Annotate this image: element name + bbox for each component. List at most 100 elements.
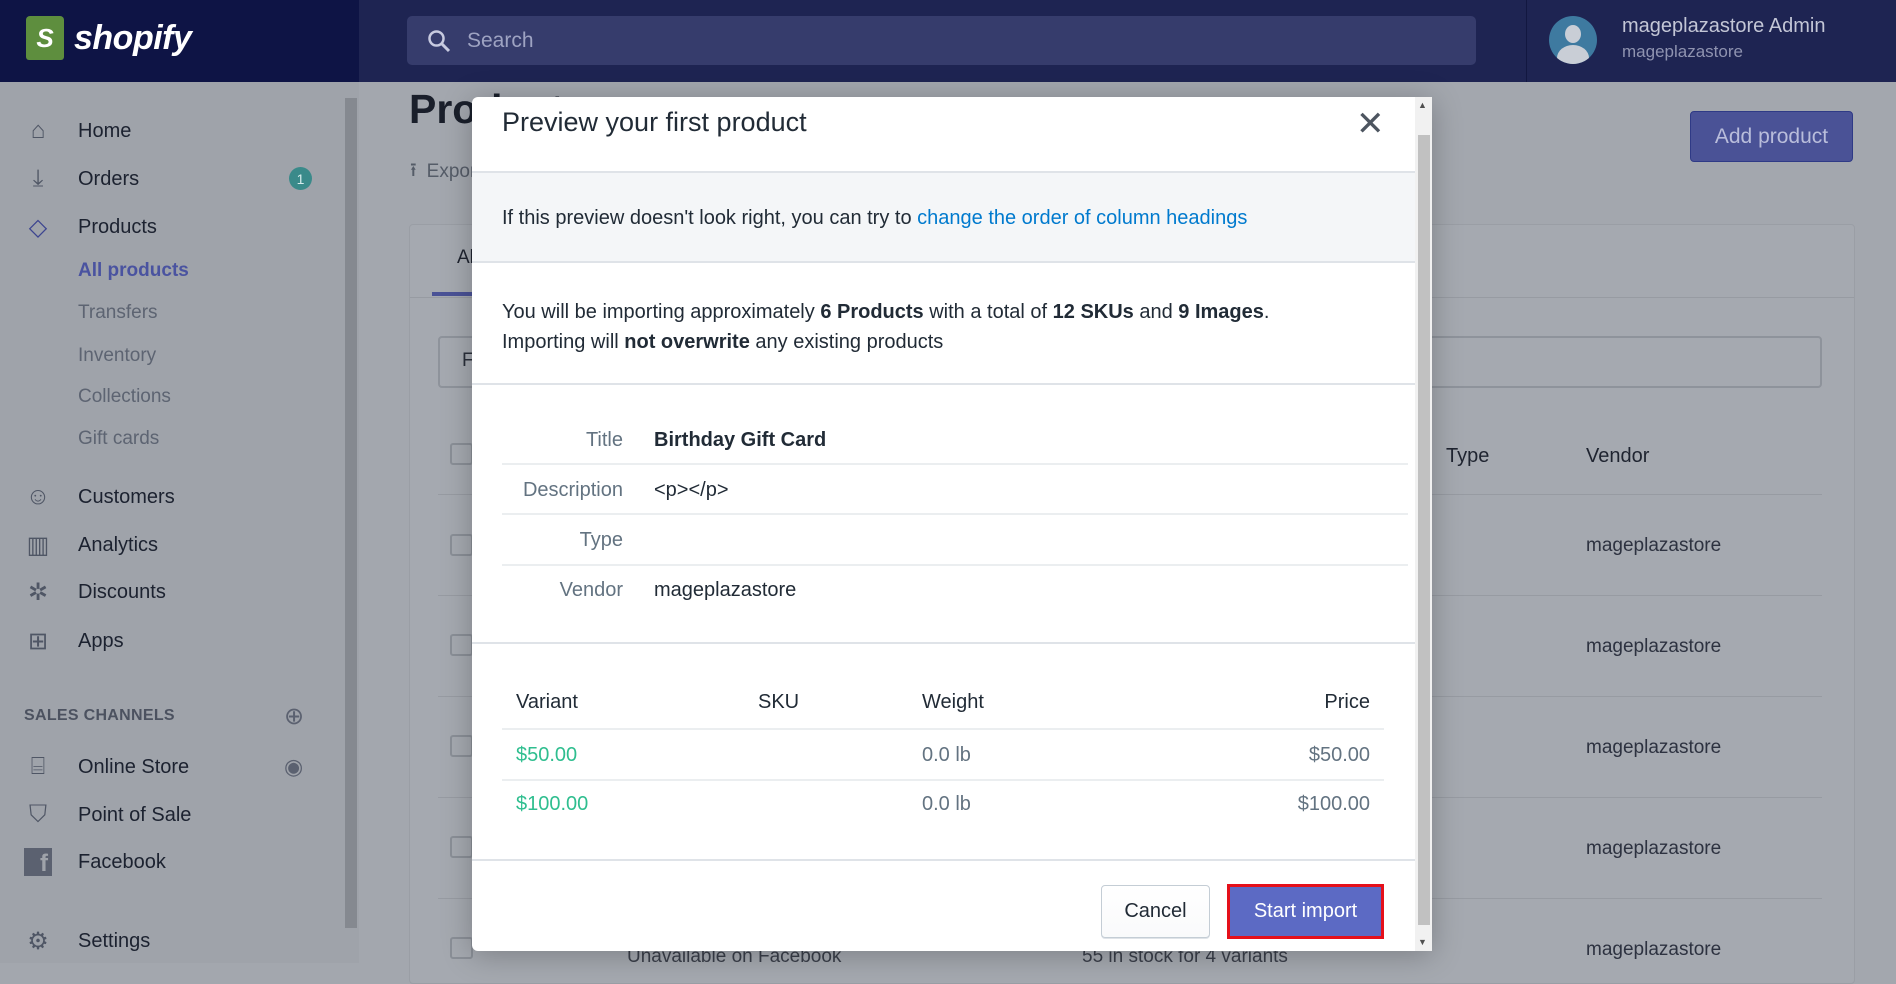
summary-text: with a total of (923, 301, 1053, 323)
variant-weight: 0.0 lb (922, 744, 971, 766)
table-row-vendor: mageplazastore (1586, 838, 1722, 859)
summary-text: Importing will (502, 331, 625, 353)
variant-price: $100.00 (1297, 793, 1370, 815)
bar-chart-icon: ▥ (26, 531, 50, 559)
table-row-vendor: mageplazastore (1586, 737, 1722, 758)
sidebar-subitem-all-products[interactable]: All products (78, 260, 189, 282)
import-summary: You will be importing approximately 6 Pr… (502, 297, 1269, 357)
avatar[interactable] (1549, 16, 1597, 64)
sidebar-item-point-of-sale[interactable]: ⛉ Point of Sale (0, 795, 340, 835)
divider (502, 728, 1384, 730)
gear-icon: ⚙ (27, 927, 49, 955)
search-icon (428, 29, 451, 52)
sidebar-subitem-gift-cards[interactable]: Gift cards (78, 428, 159, 450)
upload-icon: ⭱ (410, 160, 417, 181)
summary-text: You will be importing approximately (502, 301, 821, 323)
table-row-vendor: mageplazastore (1586, 535, 1722, 556)
product-count: 6 Products (820, 301, 924, 323)
divider (502, 779, 1384, 781)
sidebar-subitem-collections[interactable]: Collections (78, 386, 171, 408)
variant-weight: 0.0 lb (922, 793, 971, 815)
variant-header: Variant (516, 691, 578, 713)
column-header-vendor[interactable]: Vendor (1586, 445, 1649, 468)
sidebar-item-label: Facebook (78, 850, 166, 873)
tab-underline (432, 292, 472, 296)
sidebar-item-label: Home (78, 119, 132, 142)
weight-header: Weight (922, 691, 984, 713)
add-product-button[interactable]: Add product (1690, 111, 1853, 162)
notice-message: If this preview doesn't look right, you … (502, 207, 918, 229)
start-import-button[interactable]: Start import (1227, 884, 1384, 939)
detail-value-vendor: mageplazastore (654, 579, 797, 601)
notice-text: If this preview doesn't look right, you … (502, 207, 1247, 230)
sidebar-item-discounts[interactable]: ✲ Discounts (0, 572, 340, 612)
orders-badge: 1 (289, 167, 312, 190)
shopify-logo[interactable]: S shopify (26, 16, 192, 60)
sidebar-item-apps[interactable]: ⊞ Apps (0, 621, 340, 661)
sidebar-item-settings[interactable]: ⚙ Settings (0, 921, 340, 961)
scroll-down-icon[interactable]: ▼ (1418, 937, 1427, 947)
sidebar-item-label: Orders (78, 167, 140, 190)
sidebar-item-label: Customers (78, 485, 175, 508)
row-checkbox[interactable] (450, 534, 473, 556)
detail-label-title: Title (585, 429, 623, 451)
sidebar-item-home[interactable]: ⌂ Home (0, 111, 340, 151)
sidebar-item-products[interactable]: ◇ Products (0, 207, 340, 247)
change-column-order-link[interactable]: change the order of column headings (917, 207, 1247, 229)
export-button[interactable]: ⭱ Export (410, 156, 482, 188)
orders-icon: ⤓ (32, 165, 44, 192)
sidebar-item-analytics[interactable]: ▥ Analytics (0, 525, 340, 565)
summary-text: and (1133, 301, 1179, 323)
row-checkbox[interactable] (450, 937, 473, 959)
sidebar-item-label: Settings (78, 929, 151, 952)
sidebar-subitem-inventory[interactable]: Inventory (78, 345, 156, 367)
row-checkbox[interactable] (450, 836, 473, 858)
close-icon[interactable]: ✕ (1356, 104, 1385, 144)
detail-label-description: Description (522, 479, 623, 501)
column-header-type[interactable]: Type (1446, 445, 1489, 468)
summary-text: . (1263, 301, 1270, 323)
sidebar-item-online-store[interactable]: ⌸ Online Store ◉ (0, 747, 340, 787)
sidebar-item-customers[interactable]: ☺ Customers (0, 477, 340, 517)
scroll-up-icon[interactable]: ▲ (1418, 100, 1427, 110)
cancel-button[interactable]: Cancel (1101, 885, 1210, 938)
variant-name: $100.00 (516, 793, 589, 815)
sidebar-item-label: Online Store (78, 755, 190, 778)
sidebar: ⌂ Home ⤓ Orders 1 ◇ Products All products Tr… (0, 82, 359, 963)
modal-title: Preview your first product (502, 107, 807, 137)
search-placeholder: Search (467, 28, 534, 52)
add-channel-icon[interactable]: ⊕ (284, 702, 304, 731)
select-all-checkbox[interactable] (450, 443, 473, 465)
divider (472, 859, 1415, 861)
variant-price: $50.00 (1308, 744, 1370, 766)
detail-label-type: Type (579, 529, 623, 551)
sidebar-subitem-transfers[interactable]: Transfers (78, 302, 158, 324)
user-name[interactable]: mageplazastore Admin (1622, 15, 1825, 38)
row-checkbox[interactable] (450, 735, 473, 757)
divider (502, 564, 1408, 566)
divider (502, 463, 1408, 465)
store-icon: ⌸ (30, 753, 46, 780)
summary-text: any existing products (749, 331, 944, 353)
apps-icon: ⊞ (27, 627, 49, 655)
sidebar-item-label: Products (78, 215, 157, 238)
sidebar-item-orders[interactable]: ⤓ Orders 1 (0, 159, 340, 199)
image-count: 9 Images (1178, 301, 1264, 323)
divider (472, 383, 1415, 385)
tag-icon: ◇ (28, 213, 48, 241)
store-name: mageplazastore (1622, 42, 1743, 61)
sales-channels-heading: SALES CHANNELS (24, 707, 175, 724)
sku-count: 12 SKUs (1052, 301, 1134, 323)
variant-name: $50.00 (516, 744, 578, 766)
sidebar-item-facebook[interactable]: f Facebook (0, 842, 340, 882)
divider (472, 642, 1415, 644)
eye-icon[interactable]: ◉ (284, 754, 303, 780)
table-row-vendor: mageplazastore (1586, 636, 1722, 657)
customer-icon: ☺ (25, 483, 51, 510)
divider (472, 261, 1415, 263)
sidebar-scrollbar[interactable] (345, 98, 357, 928)
row-checkbox[interactable] (450, 634, 473, 656)
search-input[interactable]: Search (407, 16, 1476, 65)
modal-scrollbar-thumb[interactable] (1418, 135, 1430, 925)
shopify-bag-icon: S (26, 16, 64, 60)
